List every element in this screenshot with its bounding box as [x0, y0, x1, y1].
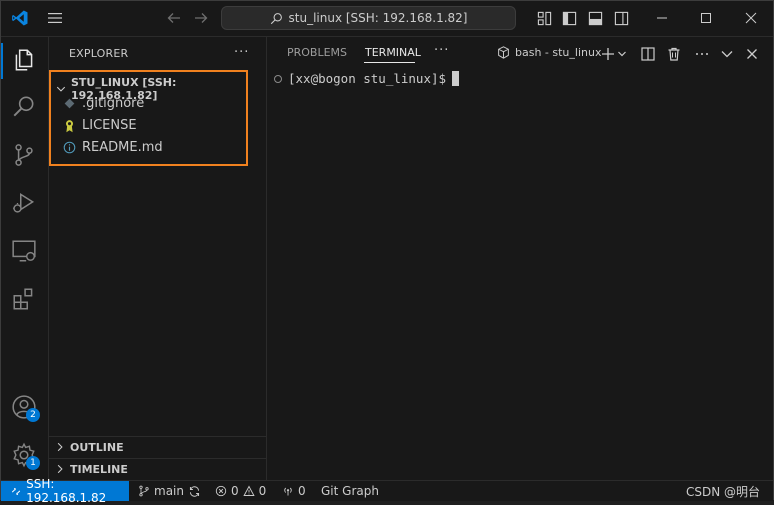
activity-bar: 2 1	[1, 37, 49, 480]
close-panel-icon[interactable]	[744, 46, 760, 62]
vscode-logo-icon	[12, 10, 28, 26]
search-text: stu_linux [SSH: 192.168.1.82]	[288, 11, 468, 25]
chevron-down-icon	[56, 86, 66, 92]
chevron-down-icon[interactable]	[617, 46, 627, 62]
minimize-icon[interactable]	[654, 10, 670, 26]
terminal-cube-icon	[498, 46, 509, 59]
trash-icon[interactable]	[666, 46, 682, 62]
forward-arrow-icon[interactable]	[193, 10, 209, 26]
status-bar: SSH: 192.168.1.82 main 0 0 0 Git Graph C…	[1, 477, 773, 505]
problems-item[interactable]: 0 0	[215, 484, 266, 498]
outline-section[interactable]: OUTLINE	[49, 436, 266, 457]
customize-layout-icon[interactable]	[537, 11, 552, 26]
remote-label: SSH: 192.168.1.82	[26, 477, 107, 505]
vscode-window: stu_linux [SSH: 192.168.1.82] 2 1 EXPLOR…	[0, 0, 774, 505]
split-terminal-icon[interactable]	[640, 46, 656, 62]
back-arrow-icon[interactable]	[166, 10, 182, 26]
branch-name: main	[154, 484, 184, 498]
manage-badge: 1	[26, 456, 40, 470]
explorer-title: EXPLORER	[69, 47, 129, 60]
file-name: README.md	[82, 140, 163, 155]
file-item-readme[interactable]: README.md	[63, 140, 163, 155]
remote-indicator[interactable]: SSH: 192.168.1.82	[1, 477, 129, 505]
search-view-icon[interactable]	[11, 94, 37, 120]
terminal-panel: PROBLEMS TERMINAL ··· bash - stu_linux […	[267, 37, 773, 480]
toggle-panel-icon[interactable]	[588, 11, 603, 26]
git-branch-item[interactable]: main	[138, 484, 201, 498]
new-terminal-plus-icon[interactable]	[600, 46, 616, 62]
git-graph-label: Git Graph	[321, 484, 379, 498]
remote-connection-icon	[11, 487, 21, 495]
git-branch-icon	[139, 485, 149, 497]
remote-explorer-icon[interactable]	[11, 238, 37, 264]
close-window-icon[interactable]	[743, 10, 759, 26]
panel-more-icon[interactable]	[694, 46, 710, 62]
broadcast-icon	[284, 487, 292, 496]
terminal-cursor	[452, 71, 460, 86]
terminal-name: bash - stu_linux	[515, 46, 602, 59]
source-control-icon[interactable]	[11, 142, 37, 168]
error-count: 0	[231, 484, 239, 498]
run-and-debug-icon[interactable]	[11, 190, 37, 216]
warning-icon	[243, 485, 255, 496]
accounts-badge: 2	[26, 408, 40, 422]
maximize-panel-chevron-icon[interactable]	[719, 46, 735, 62]
toggle-primary-sidebar-icon[interactable]	[562, 11, 577, 26]
toggle-secondary-sidebar-icon[interactable]	[614, 11, 629, 26]
title-bar: stu_linux [SSH: 192.168.1.82]	[1, 1, 773, 37]
csdn-watermark: CSDN @明台	[686, 485, 761, 499]
timeline-label: TIMELINE	[70, 462, 128, 476]
sync-icon[interactable]	[188, 485, 201, 498]
active-view-indicator	[1, 43, 3, 79]
command-center-search[interactable]: stu_linux [SSH: 192.168.1.82]	[221, 6, 516, 30]
explorer-files-icon[interactable]	[11, 47, 37, 73]
diamond-icon	[64, 98, 75, 109]
timeline-section[interactable]: TIMELINE	[49, 458, 266, 479]
file-name: .gitignore	[82, 96, 145, 111]
file-item-gitignore[interactable]: .gitignore	[63, 96, 144, 111]
maximize-icon[interactable]	[698, 10, 714, 26]
terminal-prompt-line[interactable]: [xx@bogon stu_linux]$	[274, 71, 460, 86]
explorer-sidebar: EXPLORER ··· STU_LINUX [SSH: 192.168.1.8…	[49, 37, 267, 480]
error-icon	[215, 485, 227, 497]
terminal-selector[interactable]: bash - stu_linux	[497, 46, 601, 59]
panel-more-actions[interactable]: ···	[434, 43, 449, 58]
license-icon	[66, 119, 73, 132]
git-graph-button[interactable]: Git Graph	[321, 484, 379, 498]
terminal-prompt: [xx@bogon stu_linux]$	[288, 71, 447, 86]
warning-count: 0	[258, 484, 267, 498]
info-icon	[63, 141, 76, 154]
file-item-license[interactable]: LICENSE	[63, 118, 137, 133]
ports-item[interactable]: 0	[282, 484, 306, 498]
explorer-more-actions[interactable]: ···	[234, 45, 249, 60]
extensions-icon[interactable]	[11, 286, 37, 312]
file-name: LICENSE	[82, 118, 137, 133]
ports-count: 0	[298, 484, 306, 498]
chevron-right-icon	[57, 464, 63, 474]
menu-icon[interactable]	[47, 10, 63, 26]
outline-label: OUTLINE	[70, 440, 124, 454]
chevron-right-icon	[57, 442, 63, 452]
tab-terminal[interactable]: TERMINAL	[365, 46, 421, 59]
command-decoration-icon	[274, 74, 282, 83]
active-tab-underline	[364, 62, 415, 63]
tab-problems[interactable]: PROBLEMS	[287, 46, 347, 59]
search-icon	[270, 12, 282, 24]
